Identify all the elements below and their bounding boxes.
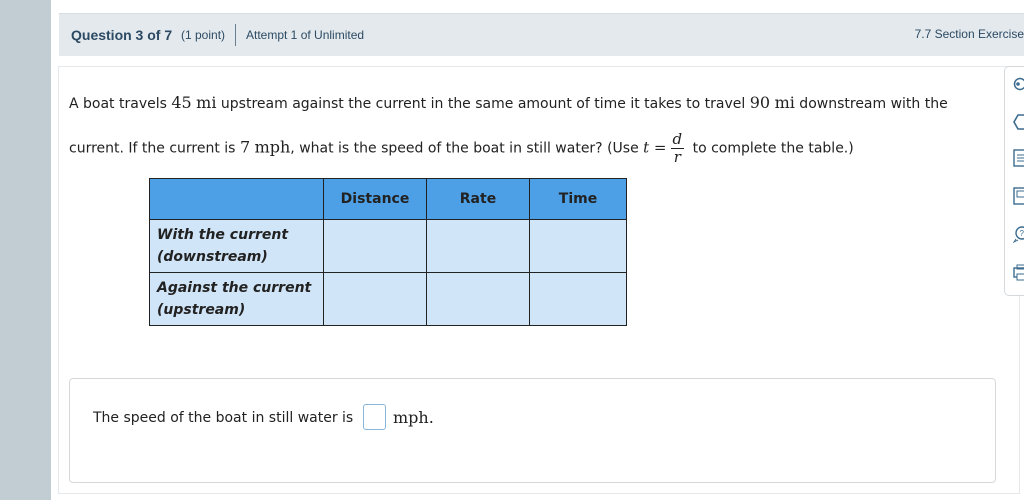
book-icon[interactable] <box>1013 187 1024 205</box>
row-label-line: Against the current <box>157 280 312 296</box>
boat-speed-input[interactable] <box>363 404 386 430</box>
header-distance: Distance <box>323 178 427 220</box>
answer-period: . <box>428 408 434 427</box>
formula-lhs: t = <box>643 138 667 157</box>
cell-downstream-rate <box>426 219 530 273</box>
distance-upstream: 45 <box>171 93 192 112</box>
problem-line-1: A boat travels 45 mi upstream against th… <box>69 93 948 112</box>
table-row-upstream: Against the current (upstream) <box>149 272 627 326</box>
tag-icon[interactable] <box>1013 113 1024 131</box>
distance-rate-time-table: Distance Rate Time With the current (down… <box>149 178 627 326</box>
table-header-row: Distance Rate Time <box>149 178 627 220</box>
answer-unit: mph. <box>393 408 434 427</box>
cell-downstream-distance <box>323 219 427 273</box>
svg-text:?: ? <box>1020 229 1024 238</box>
row-label-line: With the current <box>157 227 289 243</box>
header-divider <box>235 24 236 46</box>
unit-miles: mi <box>774 93 795 112</box>
question-number: Question 3 of 7 <box>71 27 173 43</box>
formula-fraction: dr <box>670 130 685 166</box>
distance-downstream: 90 <box>749 93 771 112</box>
row-label-upstream: Against the current (upstream) <box>149 272 324 326</box>
cell-upstream-distance <box>323 272 427 326</box>
header-time: Time <box>529 178 627 220</box>
print-icon[interactable] <box>1013 263 1024 281</box>
cell-upstream-rate <box>426 272 530 326</box>
unit-miles: mi <box>196 93 217 112</box>
left-rail <box>0 0 51 500</box>
problem-text: to complete the table.) <box>688 140 854 157</box>
answer-panel <box>69 378 996 483</box>
problem-text: , what is the speed of the boat in still… <box>290 140 644 157</box>
list-icon[interactable] <box>1013 149 1024 167</box>
problem-line-2: current. If the current is 7 mph, what i… <box>69 131 854 166</box>
header-rate: Rate <box>426 178 530 220</box>
section-title: 7.7 Section Exercise <box>914 27 1024 41</box>
fraction-numerator: d <box>670 130 685 149</box>
answer-unit-text: mph <box>393 408 429 427</box>
row-label-line: (downstream) <box>157 249 268 265</box>
question-header: Question 3 of 7 (1 point) Attempt 1 of U… <box>59 13 1024 56</box>
problem-text: downstream with the <box>794 96 948 112</box>
table-row-downstream: With the current (downstream) <box>149 219 627 273</box>
question-points: (1 point) <box>181 28 226 42</box>
cell-downstream-time <box>529 219 627 273</box>
unit-mph: mph <box>254 137 291 157</box>
current-speed: 7 <box>239 137 251 157</box>
attempt-counter: Attempt 1 of Unlimited <box>246 28 365 42</box>
row-label-line: (upstream) <box>157 302 246 318</box>
problem-text: upstream against the current in the same… <box>216 96 750 112</box>
eye-icon[interactable] <box>1013 77 1024 95</box>
row-label-downstream: With the current (downstream) <box>149 219 324 273</box>
cell-upstream-time <box>529 272 627 326</box>
table-corner-cell <box>149 178 324 220</box>
problem-text: current. If the current is <box>69 140 240 157</box>
help-icon[interactable]: ? <box>1013 225 1024 243</box>
problem-text: A boat travels <box>69 96 172 112</box>
answer-prompt: The speed of the boat in still water is <box>93 410 354 426</box>
side-toolbar: ? <box>1004 66 1024 296</box>
fraction-denominator: r <box>673 148 681 166</box>
